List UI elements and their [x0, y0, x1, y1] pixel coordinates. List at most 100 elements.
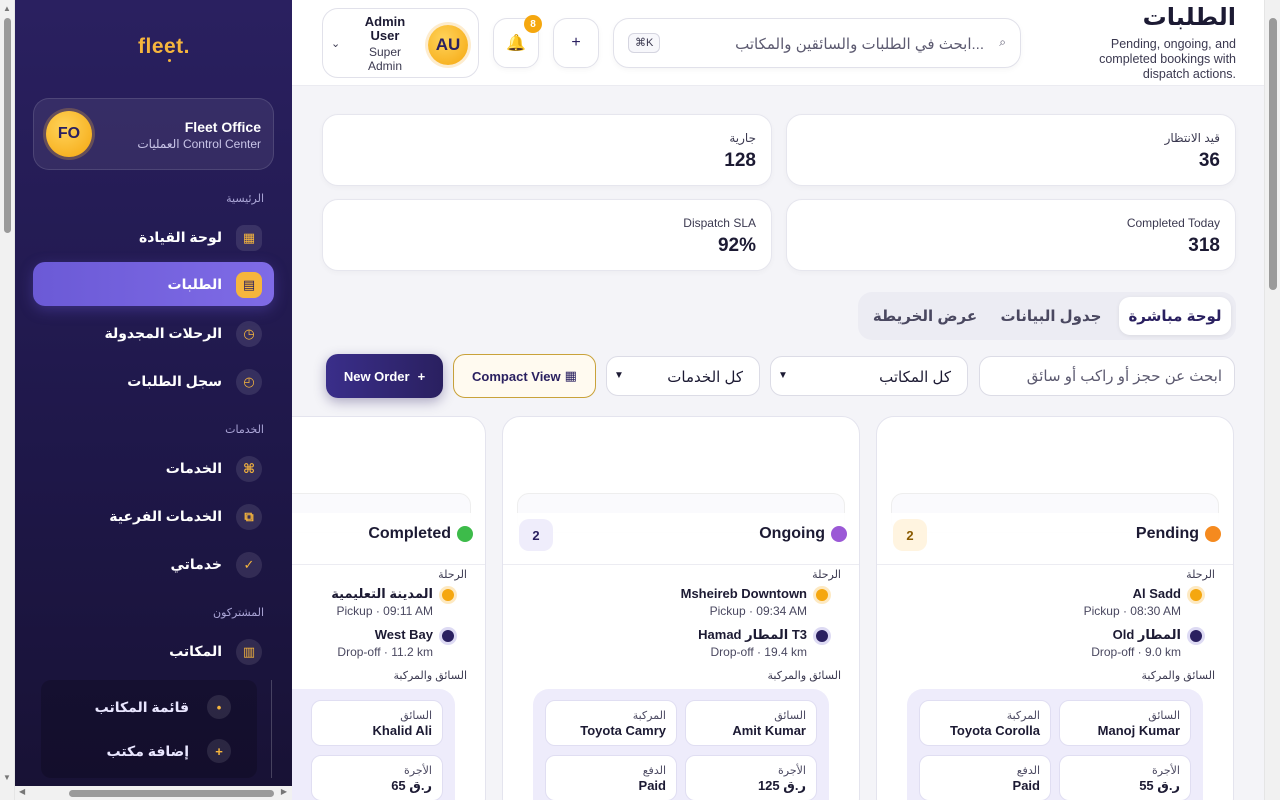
global-search-input[interactable]: ⌕ ابحث في الطلبات والسائقين والمكاتب... …	[613, 18, 1021, 68]
driver-vehicle-label: السائق والمركبة	[393, 670, 467, 682]
driver-vehicle-label: السائق والمركبة	[767, 670, 841, 682]
trip-label: الرحلة	[812, 569, 841, 581]
building-icon: ▥	[236, 639, 262, 665]
stat-value: 318	[1188, 235, 1220, 256]
sidebar-item-order-history[interactable]: ◴ سجل الطلبات	[33, 359, 274, 403]
sidebar-horizontal-scrollbar[interactable]: ◀ ▶	[15, 786, 292, 800]
cell-key: الأجرة	[1152, 765, 1180, 777]
cell-key: المركبة	[632, 710, 666, 722]
office-subtitle: العمليات Control Center	[137, 137, 261, 151]
service-select[interactable]: كل الخدمات ▼	[606, 356, 760, 396]
sidebar-item-my-services[interactable]: ✓ خدماتي	[33, 542, 274, 586]
cell-value: Toyota Corolla	[949, 723, 1040, 738]
column-count-badge: 2	[519, 519, 553, 551]
sidebar-item-label: الخدمات الفرعية	[109, 507, 222, 524]
scrollbar-thumb[interactable]	[69, 790, 274, 797]
column-count-badge: 2	[893, 519, 927, 551]
cell-value: Amit Kumar	[732, 723, 806, 738]
page-scrollbar[interactable]	[1264, 0, 1280, 800]
pickup-time: Pickup · 09:11 AM	[336, 604, 434, 618]
notification-count-badge: 8	[524, 15, 542, 33]
tab-map-view[interactable]: عرض الخريطة	[864, 297, 986, 335]
office-card[interactable]: FO Fleet Office العمليات Control Center	[33, 98, 274, 170]
driver-cell: السائق Amit Kumar	[685, 700, 817, 746]
stat-card-pending: قيد الانتظار 36	[786, 114, 1236, 186]
avatar: AU	[428, 25, 468, 65]
cell-key: الأجرة	[778, 765, 806, 777]
office-name: Fleet Office	[184, 119, 261, 135]
fare-cell: الأجرة ر.ق 55	[1059, 755, 1191, 800]
sidebar-item-label: الطلبات	[167, 275, 222, 292]
stat-label: قيد الانتظار	[1164, 131, 1220, 145]
new-order-button[interactable]: New Order +	[326, 354, 443, 398]
grid-icon: ▦	[564, 368, 577, 383]
tab-data-table[interactable]: جدول البيانات	[990, 297, 1112, 335]
trip-label: الرحلة	[1186, 569, 1215, 581]
dropoff-place: Old المطار	[1112, 627, 1181, 642]
cell-value: Paid	[638, 778, 666, 793]
office-select[interactable]: كل المكاتب ▼	[770, 356, 968, 396]
sidebar-subitem-office-list[interactable]: • قائمة المكاتب	[41, 689, 257, 725]
sidebar-subitem-add-office[interactable]: + إضافة مكتب	[41, 733, 257, 769]
order-search-input[interactable]: ابحث عن حجز أو راكب أو سائق	[979, 356, 1235, 396]
scroll-right-arrow-icon[interactable]: ▶	[281, 787, 287, 796]
pickup-place: Al Sadd	[1132, 586, 1181, 601]
sidebar-item-scheduled-trips[interactable]: ◷ الرحلات المجدولة	[33, 311, 274, 355]
vehicle-cell: المركبة Toyota Corolla	[919, 700, 1051, 746]
cell-key: السائق	[1148, 710, 1180, 722]
dropoff-place: Hamad المطار T3	[698, 627, 807, 642]
sidebar-item-orders[interactable]: ▤ الطلبات	[33, 262, 274, 306]
history-icon: ◴	[236, 369, 262, 395]
sidebar-item-dashboard[interactable]: ▦ لوحة القيادة	[33, 215, 274, 259]
sidebar: fleet. FO Fleet Office العمليات Control …	[15, 0, 292, 786]
driver-cell: السائق Manoj Kumar	[1059, 700, 1191, 746]
pickup-dot	[1190, 589, 1202, 601]
status-dot	[831, 526, 847, 542]
cell-value: Khalid Ali	[372, 723, 432, 738]
clock-icon: ◷	[236, 321, 262, 347]
payment-cell: الدفع Paid	[919, 755, 1051, 800]
notifications-button[interactable]: 🔔 8	[493, 15, 542, 68]
column-title-text: Completed	[368, 525, 451, 542]
main-content: الطلبات Pending, ongoing, and completed …	[292, 0, 1264, 800]
add-button[interactable]: +	[553, 18, 599, 68]
bullet-icon: •	[207, 695, 231, 719]
left-scrollbar[interactable]: ▲ ▼	[0, 0, 15, 800]
scroll-up-arrow-icon[interactable]: ▲	[3, 4, 11, 13]
cell-value: ر.ق 65	[391, 778, 432, 793]
stat-value: 92%	[717, 235, 756, 256]
sidebar-item-services[interactable]: ⌘ الخدمات	[33, 446, 274, 490]
logo[interactable]: fleet.	[138, 35, 190, 62]
column-title: Completed	[368, 525, 473, 543]
column-title: Pending	[1136, 525, 1221, 543]
cell-key: الدفع	[1016, 765, 1040, 777]
dropoff-distance: Drop-off · 11.2 km	[337, 645, 433, 659]
scroll-left-arrow-icon[interactable]: ◀	[19, 787, 25, 796]
driver-cell: السائق Khalid Ali	[311, 700, 443, 746]
column-header: Pending 2	[877, 513, 1233, 565]
stat-label: Dispatch SLA	[683, 216, 756, 230]
scroll-down-arrow-icon[interactable]: ▼	[3, 773, 11, 782]
compact-view-button[interactable]: Compact View ▦	[453, 354, 596, 398]
cell-value: ر.ق 125	[757, 778, 806, 793]
dropoff-distance: Drop-off · 9.0 km	[1091, 645, 1181, 659]
submenu-divider	[271, 680, 272, 778]
stat-card-dispatch-sla: Dispatch SLA 92%	[322, 199, 772, 271]
sidebar-item-offices[interactable]: ▥ المكاتب	[33, 629, 274, 673]
column-title-text: Ongoing	[759, 525, 825, 542]
driver-info-panel: السائق Amit Kumar المركبة Toyota Camry ا…	[533, 689, 829, 800]
pickup-place: المدينة التعليمية	[331, 586, 433, 601]
section-main-label: الرئيسية	[226, 193, 264, 205]
driver-vehicle-label: السائق والمركبة	[1141, 670, 1215, 682]
section-subscribers-label: المشتركون	[213, 607, 264, 619]
scrollbar-thumb[interactable]	[1269, 18, 1277, 290]
tab-live-board[interactable]: لوحة مباشرة	[1119, 297, 1231, 335]
top-bar: الطلبات Pending, ongoing, and completed …	[292, 0, 1264, 86]
user-menu[interactable]: AU Admin User Super Admin ⌄	[322, 8, 479, 78]
sidebar-item-sub-services[interactable]: ⧉ الخدمات الفرعية	[33, 494, 274, 538]
sidebar-subitem-label: قائمة المكاتب	[94, 698, 189, 715]
keyboard-shortcut-badge: ⌘K	[628, 33, 661, 53]
trip-label: الرحلة	[438, 569, 467, 581]
scrollbar-thumb[interactable]	[4, 18, 11, 233]
sidebar-item-label: خدماتي	[170, 555, 222, 572]
